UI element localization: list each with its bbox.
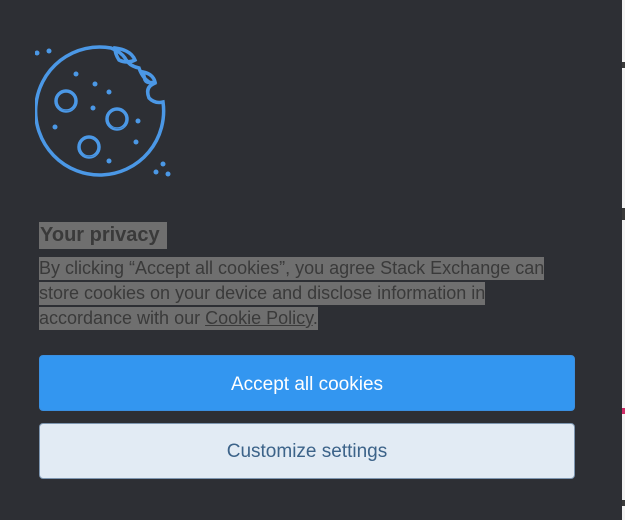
privacy-text-end: . bbox=[312, 308, 318, 328]
privacy-description: By clicking “Accept all cookies”, you ag… bbox=[39, 256, 565, 331]
privacy-title: Your privacy bbox=[39, 222, 167, 249]
customize-settings-button[interactable]: Customize settings bbox=[39, 423, 575, 479]
cookie-icon bbox=[35, 45, 171, 177]
cookie-policy-link[interactable]: Cookie Policy bbox=[205, 308, 313, 328]
accept-all-cookies-button[interactable]: Accept all cookies bbox=[39, 355, 575, 411]
cookie-consent-banner: Your privacy By clicking “Accept all coo… bbox=[35, 0, 575, 520]
